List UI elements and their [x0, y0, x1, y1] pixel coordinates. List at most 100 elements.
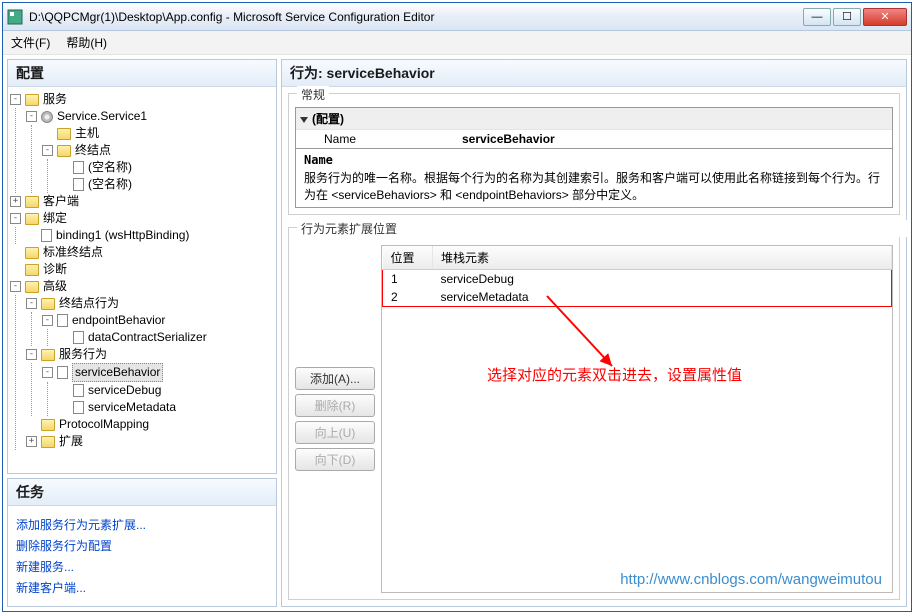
tree-svc-debug[interactable]: serviceDebug — [88, 382, 161, 399]
service-icon — [41, 111, 53, 123]
tree-protocol-mapping[interactable]: ProtocolMapping — [59, 416, 149, 433]
annotation-text: 选择对应的元素双击进去，设置属性值 — [487, 364, 742, 385]
expand-icon[interactable]: - — [42, 367, 53, 378]
cell-pos: 1 — [383, 270, 433, 289]
folder-icon — [41, 298, 55, 310]
property-grid[interactable]: (配置) Name serviceBehavior Name 服务行为的唯一名称… — [295, 107, 893, 208]
expand-icon[interactable]: + — [26, 436, 37, 447]
prop-desc-title: Name — [304, 153, 884, 167]
app-window: D:\QQPCMgr(1)\Desktop\App.config - Micro… — [2, 2, 912, 612]
element-icon — [73, 401, 84, 414]
left-column: 配置 -服务 -Service.Service1 主机 -终结点 (空名称) (… — [7, 59, 277, 607]
task-new-service[interactable]: 新建服务... — [16, 558, 268, 575]
tree-ep-empty2[interactable]: (空名称) — [88, 176, 132, 193]
general-group-title: 常规 — [297, 86, 329, 103]
task-delete-behavior[interactable]: 删除服务行为配置 — [16, 537, 268, 554]
tree-binding[interactable]: 绑定 — [43, 210, 67, 227]
folder-icon — [41, 436, 55, 448]
right-panel: 行为: serviceBehavior 常规 (配置) Name service… — [281, 59, 907, 607]
config-header: 配置 — [8, 60, 276, 87]
config-panel: 配置 -服务 -Service.Service1 主机 -终结点 (空名称) (… — [7, 59, 277, 474]
menu-help[interactable]: 帮助(H) — [66, 34, 107, 51]
up-button[interactable]: 向上(U) — [295, 421, 375, 444]
tree-svc-behavior-item[interactable]: serviceBehavior — [72, 363, 163, 382]
button-column: 添加(A)... 删除(R) 向上(U) 向下(D) — [295, 245, 375, 593]
expand-icon[interactable]: - — [26, 111, 37, 122]
folder-icon — [41, 349, 55, 361]
expand-icon[interactable]: - — [42, 145, 53, 156]
folder-icon — [25, 247, 39, 259]
tree-endpoints[interactable]: 终结点 — [75, 142, 111, 159]
tree-ep-behavior[interactable]: 终结点行为 — [59, 295, 119, 312]
menu-file[interactable]: 文件(F) — [11, 34, 50, 51]
tree-std-endpoints[interactable]: 标准终结点 — [43, 244, 103, 261]
tree-datacontract[interactable]: dataContractSerializer — [88, 329, 207, 346]
down-button[interactable]: 向下(D) — [295, 448, 375, 471]
col-pos[interactable]: 位置 — [383, 246, 433, 270]
tree-svc-behavior[interactable]: 服务行为 — [59, 346, 107, 363]
expand-icon[interactable]: - — [10, 213, 21, 224]
col-stack[interactable]: 堆栈元素 — [433, 246, 892, 270]
stack-table-wrap: 位置 堆栈元素 1serviceDebug 2serviceMetadata — [381, 245, 893, 593]
behavior-icon — [57, 314, 68, 327]
folder-icon — [25, 196, 39, 208]
cell-name: serviceDebug — [433, 270, 892, 289]
maximize-button[interactable]: ☐ — [833, 8, 861, 26]
folder-icon — [25, 281, 39, 293]
tree-ep-behavior-item[interactable]: endpointBehavior — [72, 312, 165, 329]
expand-icon[interactable]: - — [42, 315, 53, 326]
cell-pos: 2 — [383, 288, 433, 307]
table-row[interactable]: 1serviceDebug — [383, 270, 892, 289]
tree-ep-empty[interactable]: (空名称) — [88, 159, 132, 176]
general-group: 常规 (配置) Name serviceBehavior Name 服务行为的唯… — [288, 93, 900, 215]
tree-diagnose[interactable]: 诊断 — [43, 261, 67, 278]
tree-advanced[interactable]: 高级 — [43, 278, 67, 295]
content-area: 配置 -服务 -Service.Service1 主机 -终结点 (空名称) (… — [3, 55, 911, 611]
tree-extensions[interactable]: 扩展 — [59, 433, 83, 450]
tree-host[interactable]: 主机 — [75, 125, 99, 142]
tree-svc-metadata[interactable]: serviceMetadata — [88, 399, 176, 416]
folder-icon — [57, 128, 71, 140]
tree-binding1[interactable]: binding1 (wsHttpBinding) — [56, 227, 189, 244]
folder-icon — [25, 213, 39, 225]
tree-service1[interactable]: Service.Service1 — [57, 108, 147, 125]
folder-icon — [25, 94, 39, 106]
minimize-button[interactable]: — — [803, 8, 831, 26]
binding-icon — [41, 229, 52, 242]
menubar: 文件(F) 帮助(H) — [3, 31, 911, 55]
detail-header: 行为: serviceBehavior — [282, 60, 906, 87]
folder-icon — [57, 145, 71, 157]
prop-name-label[interactable]: Name — [296, 129, 456, 148]
prop-desc-text: 服务行为的唯一名称。根据每个行为的名称为其创建索引。服务和客户端可以使用此名称链… — [304, 171, 880, 202]
element-icon — [73, 331, 84, 344]
behavior-icon — [57, 366, 68, 379]
expand-icon[interactable]: - — [10, 94, 21, 105]
folder-icon — [41, 419, 55, 431]
delete-button[interactable]: 删除(R) — [295, 394, 375, 417]
titlebar: D:\QQPCMgr(1)\Desktop\App.config - Micro… — [3, 3, 911, 31]
extension-group-title: 行为元素扩展位置 — [297, 220, 907, 237]
endpoint-icon — [73, 161, 84, 174]
endpoint-icon — [73, 178, 84, 191]
collapse-icon[interactable] — [300, 117, 308, 123]
expand-icon[interactable]: + — [10, 196, 21, 207]
add-button[interactable]: 添加(A)... — [295, 367, 375, 390]
expand-icon[interactable]: - — [10, 281, 21, 292]
expand-icon[interactable]: - — [26, 349, 37, 360]
prop-name-value[interactable]: serviceBehavior — [456, 129, 892, 148]
cell-name: serviceMetadata — [433, 288, 892, 307]
folder-icon — [25, 264, 39, 276]
tree-services[interactable]: 服务 — [43, 91, 67, 108]
task-new-client[interactable]: 新建客户端... — [16, 579, 268, 596]
element-icon — [73, 384, 84, 397]
prop-description: Name 服务行为的唯一名称。根据每个行为的名称为其创建索引。服务和客户端可以使… — [296, 148, 892, 207]
extension-group: 行为元素扩展位置 添加(A)... 删除(R) 向上(U) 向下(D) 位置 — [288, 227, 900, 600]
close-button[interactable]: ✕ — [863, 8, 907, 26]
config-tree[interactable]: -服务 -Service.Service1 主机 -终结点 (空名称) (空名称… — [8, 87, 276, 473]
task-add-extension[interactable]: 添加服务行为元素扩展... — [16, 516, 268, 533]
expand-icon[interactable]: - — [26, 298, 37, 309]
tasks-panel: 任务 添加服务行为元素扩展... 删除服务行为配置 新建服务... 新建客户端.… — [7, 478, 277, 607]
app-icon — [7, 9, 23, 25]
prop-category: (配置) — [312, 112, 344, 126]
tree-client[interactable]: 客户端 — [43, 193, 79, 210]
